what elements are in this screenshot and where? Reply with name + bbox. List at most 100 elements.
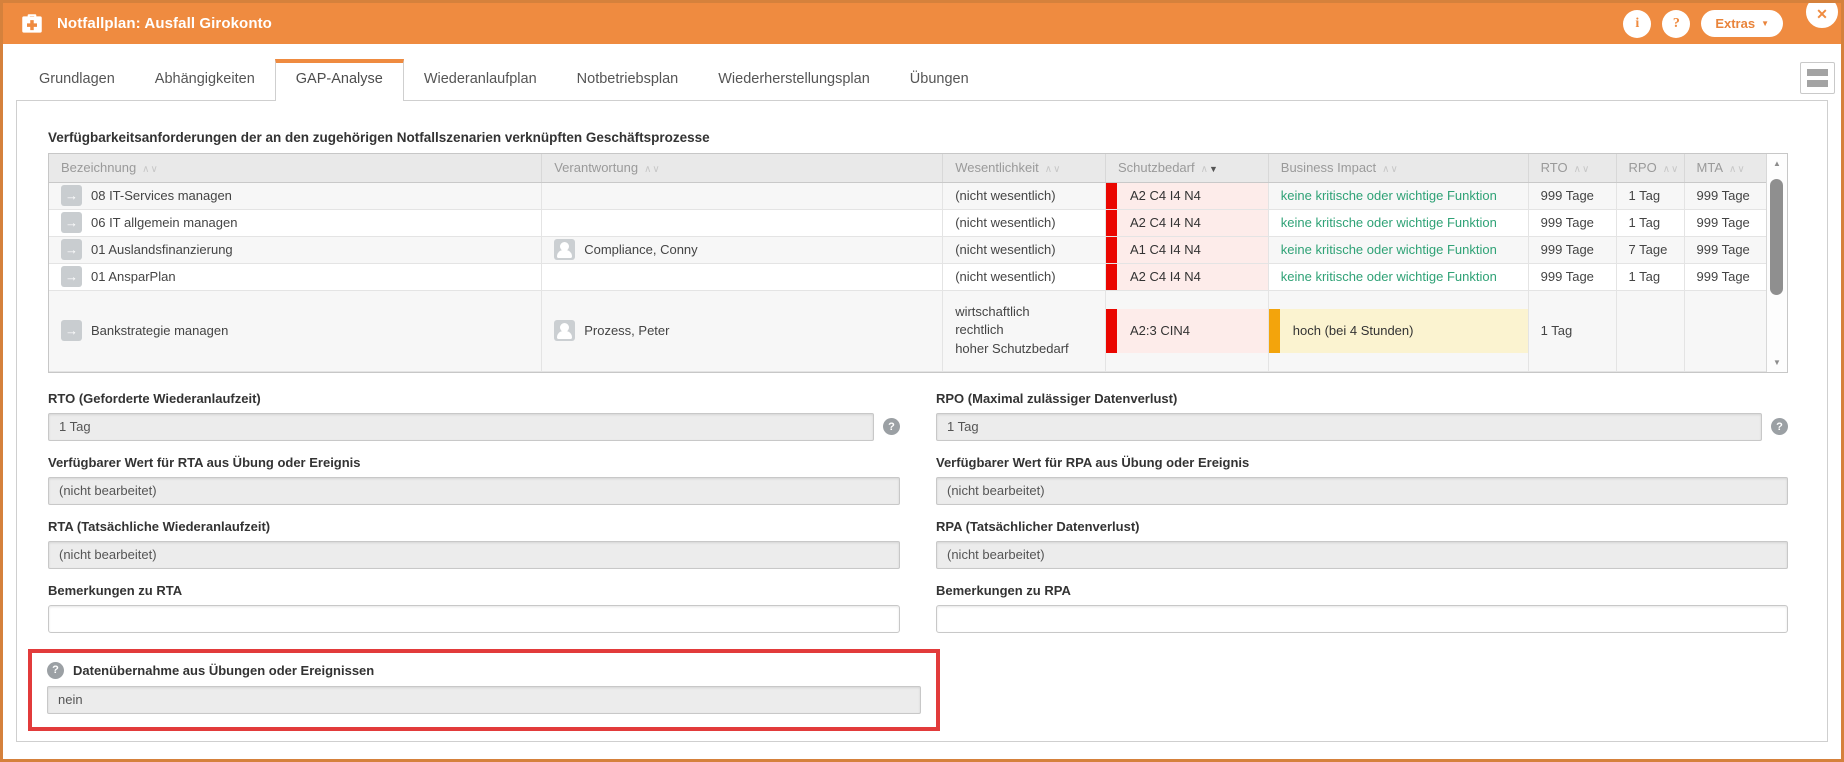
help-button[interactable]: ? — [1662, 10, 1690, 38]
data-takeover-input[interactable] — [47, 686, 921, 714]
cell-rto: 999 Tage — [1528, 182, 1616, 209]
table-row[interactable]: →06 IT allgemein managen (nicht wesentli… — [49, 209, 1766, 236]
cell-mta: 999 Tage — [1684, 263, 1766, 290]
cell-verantwortung — [542, 263, 943, 290]
rpa-available-label: Verfügbarer Wert für RPA aus Übung oder … — [936, 455, 1788, 470]
page-title: Notfallplan: Ausfall Girokonto — [57, 15, 272, 32]
tab-notbetriebsplan[interactable]: Notbetriebsplan — [557, 60, 699, 100]
tab-abhaengigkeiten[interactable]: Abhängigkeiten — [135, 60, 275, 100]
col-header-verantwortung[interactable]: Verantwortung∧∨ — [542, 154, 943, 182]
impact-orange-bar — [1269, 309, 1280, 353]
rta-available-input[interactable] — [48, 477, 900, 505]
processes-table: Bezeichnung∧∨ Verantwortung∧∨ Wesentlich… — [48, 153, 1788, 373]
scroll-down-icon[interactable]: ▼ — [1767, 358, 1787, 367]
cell-verantwortung: Compliance, Conny — [542, 236, 943, 263]
extras-label: Extras — [1715, 16, 1755, 31]
scrollbar-thumb[interactable] — [1770, 179, 1783, 295]
sort-desc-icon[interactable]: ∨ — [151, 164, 159, 175]
table-scrollbar[interactable]: ▲ ▼ — [1766, 154, 1787, 372]
sort-desc-icon[interactable]: ∨ — [1390, 164, 1398, 175]
cell-wesentlichkeit: (nicht wesentlich) — [943, 182, 1106, 209]
col-header-rto[interactable]: RTO∧∨ — [1528, 154, 1616, 182]
chevron-down-icon: ▼ — [1761, 20, 1769, 28]
cell-rpo: 1 Tag — [1616, 209, 1684, 236]
menu-bar-icon — [1807, 69, 1828, 76]
cell-rpo — [1616, 290, 1684, 371]
rpa-label: RPA (Tatsächlicher Datenverlust) — [936, 519, 1788, 534]
sort-asc-icon[interactable]: ∧ — [1663, 164, 1671, 175]
table-row[interactable]: →01 Auslandsfinanzierung Compliance, Con… — [49, 236, 1766, 263]
help-icon[interactable]: ? — [47, 662, 64, 679]
sort-desc-icon[interactable]: ∨ — [1582, 164, 1590, 175]
col-header-wesentlichkeit[interactable]: Wesentlichkeit∧∨ — [943, 154, 1106, 182]
rpa-available-input[interactable] — [936, 477, 1788, 505]
process-name: 06 IT allgemein managen — [91, 215, 237, 230]
cell-wesentlichkeit: (nicht wesentlich) — [943, 236, 1106, 263]
cell-rpo: 1 Tag — [1616, 263, 1684, 290]
col-header-business-impact[interactable]: Business Impact∧∨ — [1268, 154, 1528, 182]
sort-desc-icon[interactable]: ∨ — [1737, 164, 1745, 175]
field-rta-available: Verfügbarer Wert für RTA aus Übung oder … — [48, 455, 900, 505]
rpo-input[interactable] — [936, 413, 1762, 441]
table-row[interactable]: →08 IT-Services managen (nicht wesentlic… — [49, 182, 1766, 209]
cell-rto: 999 Tage — [1528, 263, 1616, 290]
cell-business-impact: hoch (bei 4 Stunden) — [1268, 290, 1528, 371]
sort-desc-icon[interactable]: ∨ — [652, 164, 660, 175]
layout-toggle-button[interactable] — [1800, 62, 1835, 94]
field-rta-remarks: Bemerkungen zu RTA — [48, 583, 900, 633]
severity-red-bar — [1106, 210, 1117, 236]
tab-gap-analyse[interactable]: GAP-Analyse — [275, 59, 404, 101]
process-name: Bankstrategie managen — [91, 323, 228, 338]
col-header-mta[interactable]: MTA∧∨ — [1684, 154, 1766, 182]
table-row[interactable]: →Bankstrategie managen Prozess, Peter wi… — [49, 290, 1766, 371]
extras-button[interactable]: Extras ▼ — [1701, 10, 1783, 37]
sort-desc-active-icon[interactable]: ▼ — [1209, 164, 1219, 174]
gap-analyse-panel: Verfügbarkeitsanforderungen der an den z… — [16, 100, 1828, 742]
help-icon[interactable]: ? — [883, 418, 900, 435]
help-icon[interactable]: ? — [1771, 418, 1788, 435]
severity-red-bar — [1106, 309, 1117, 353]
table-row[interactable]: →01 AnsparPlan (nicht wesentlich) A2 C4 … — [49, 263, 1766, 290]
sort-asc-icon[interactable]: ∧ — [142, 164, 150, 175]
arrow-right-icon: → — [61, 212, 82, 233]
sort-asc-icon[interactable]: ∧ — [1045, 164, 1053, 175]
process-name: 01 AnsparPlan — [91, 269, 176, 284]
table-header-row: Bezeichnung∧∨ Verantwortung∧∨ Wesentlich… — [49, 154, 1766, 182]
close-button[interactable]: ✕ — [1804, 0, 1840, 30]
cell-schutzbedarf: A2:3 CIN4 — [1106, 290, 1269, 371]
cell-business-impact: keine kritische oder wichtige Funktion — [1268, 182, 1528, 209]
scroll-up-icon[interactable]: ▲ — [1767, 159, 1787, 168]
arrow-right-icon: → — [61, 239, 82, 260]
rta-available-label: Verfügbarer Wert für RTA aus Übung oder … — [48, 455, 900, 470]
rpo-label: RPO (Maximal zulässiger Datenverlust) — [936, 391, 1788, 406]
cell-verantwortung — [542, 182, 943, 209]
tab-grundlagen[interactable]: Grundlagen — [19, 60, 135, 100]
cell-rpo: 7 Tage — [1616, 236, 1684, 263]
severity-red-bar — [1106, 183, 1117, 209]
tab-uebungen[interactable]: Übungen — [890, 60, 989, 100]
rto-input[interactable] — [48, 413, 874, 441]
cell-bezeichnung: →01 Auslandsfinanzierung — [49, 236, 542, 263]
cell-schutzbedarf: A2 C4 I4 N4 — [1106, 263, 1269, 290]
cell-rto: 1 Tag — [1528, 290, 1616, 371]
rto-label: RTO (Geforderte Wiederanlaufzeit) — [48, 391, 900, 406]
field-rpa-remarks: Bemerkungen zu RPA — [936, 583, 1788, 633]
arrow-right-icon: → — [61, 320, 82, 341]
col-header-rpo[interactable]: RPO∧∨ — [1616, 154, 1684, 182]
rpa-remarks-input[interactable] — [936, 605, 1788, 633]
tab-wiederherstellungsplan[interactable]: Wiederherstellungsplan — [698, 60, 890, 100]
cell-rto: 999 Tage — [1528, 209, 1616, 236]
sort-desc-icon[interactable]: ∨ — [1671, 164, 1679, 175]
field-rpa-available: Verfügbarer Wert für RPA aus Übung oder … — [936, 455, 1788, 505]
rta-remarks-input[interactable] — [48, 605, 900, 633]
sort-asc-icon[interactable]: ∧ — [1574, 164, 1582, 175]
col-header-bezeichnung[interactable]: Bezeichnung∧∨ — [49, 154, 542, 182]
col-header-schutzbedarf[interactable]: Schutzbedarf∧▼ — [1106, 154, 1269, 182]
tab-wiederanlaufplan[interactable]: Wiederanlaufplan — [404, 60, 557, 100]
sort-desc-icon[interactable]: ∨ — [1053, 164, 1061, 175]
sort-asc-icon[interactable]: ∧ — [1201, 164, 1209, 175]
rta-input[interactable] — [48, 541, 900, 569]
cell-bezeichnung: →01 AnsparPlan — [49, 263, 542, 290]
info-button[interactable]: i — [1623, 10, 1651, 38]
rpa-input[interactable] — [936, 541, 1788, 569]
